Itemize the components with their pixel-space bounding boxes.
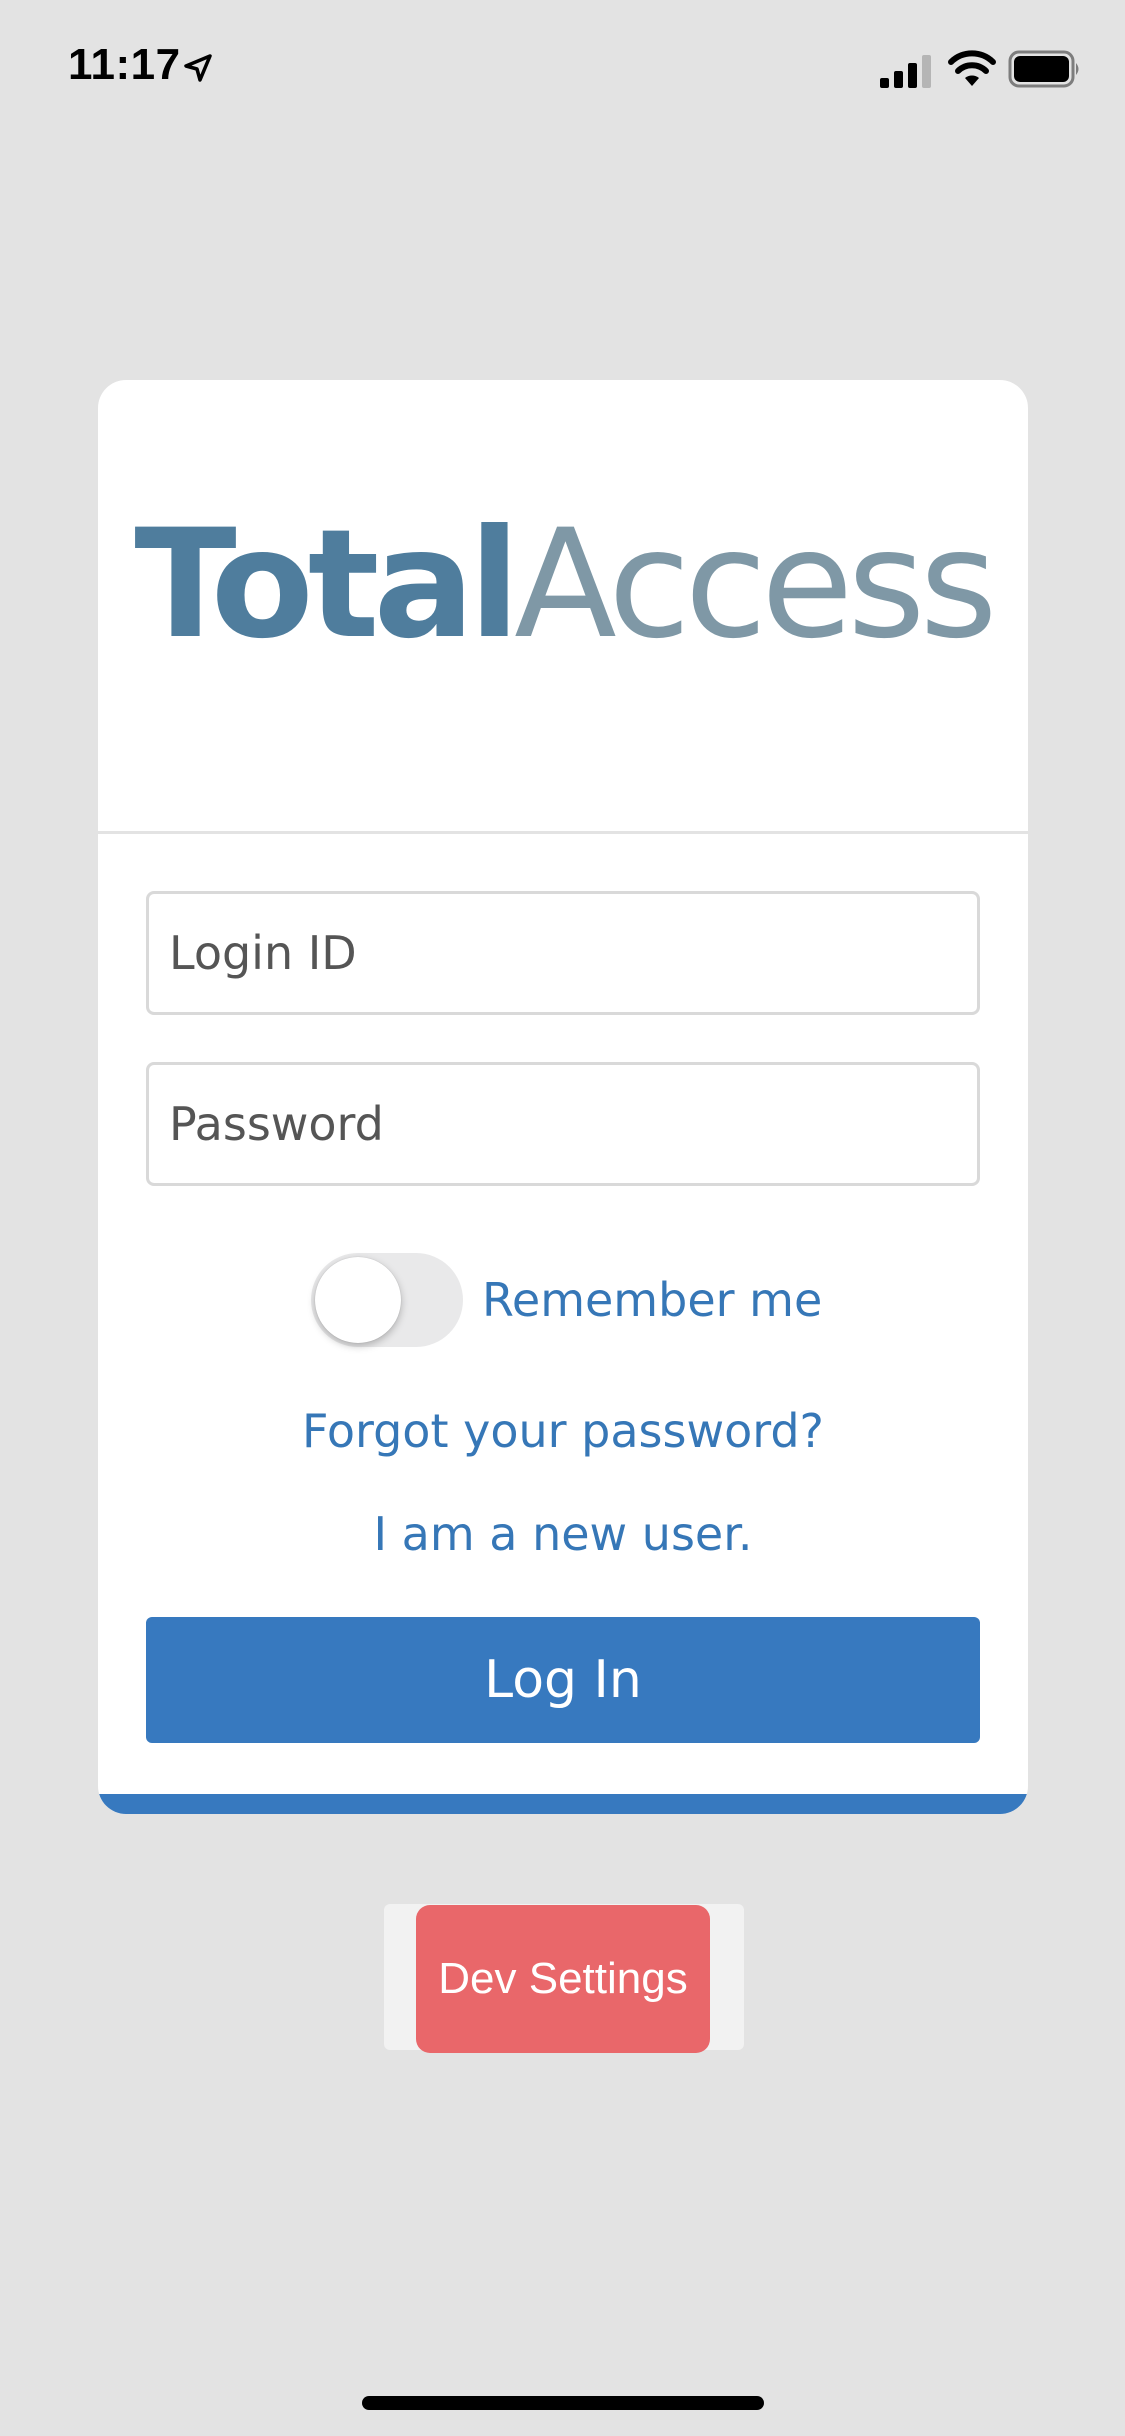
toggle-knob <box>315 1257 401 1343</box>
logo-light-text: Access <box>514 498 998 672</box>
logo-divider <box>98 831 1028 834</box>
home-indicator[interactable] <box>362 2396 764 2410</box>
remember-me-row: Remember me <box>98 1253 1028 1349</box>
status-bar: 11:17 <box>0 0 1125 135</box>
battery-icon <box>1008 50 1079 88</box>
card-bottom-accent <box>98 1794 1028 1814</box>
forgot-password-link[interactable]: Forgot your password? <box>98 1404 1028 1458</box>
status-time: 11:17 <box>68 40 181 89</box>
remember-me-label[interactable]: Remember me <box>482 1273 822 1327</box>
new-user-link[interactable]: I am a new user. <box>98 1507 1028 1561</box>
totalaccess-logo: TotalAccess <box>98 510 1028 660</box>
login-card: TotalAccess Remember me Forgot your pass… <box>98 380 1028 1814</box>
wifi-icon <box>948 50 996 86</box>
dev-settings-button[interactable]: Dev Settings <box>416 1905 710 2053</box>
password-input[interactable] <box>146 1062 980 1186</box>
cellular-signal-icon <box>880 55 931 88</box>
remember-me-toggle[interactable] <box>311 1253 463 1347</box>
log-in-button[interactable]: Log In <box>146 1617 980 1743</box>
login-id-input[interactable] <box>146 891 980 1015</box>
logo-bold-text: Total <box>134 498 520 672</box>
location-arrow-icon <box>184 54 212 82</box>
